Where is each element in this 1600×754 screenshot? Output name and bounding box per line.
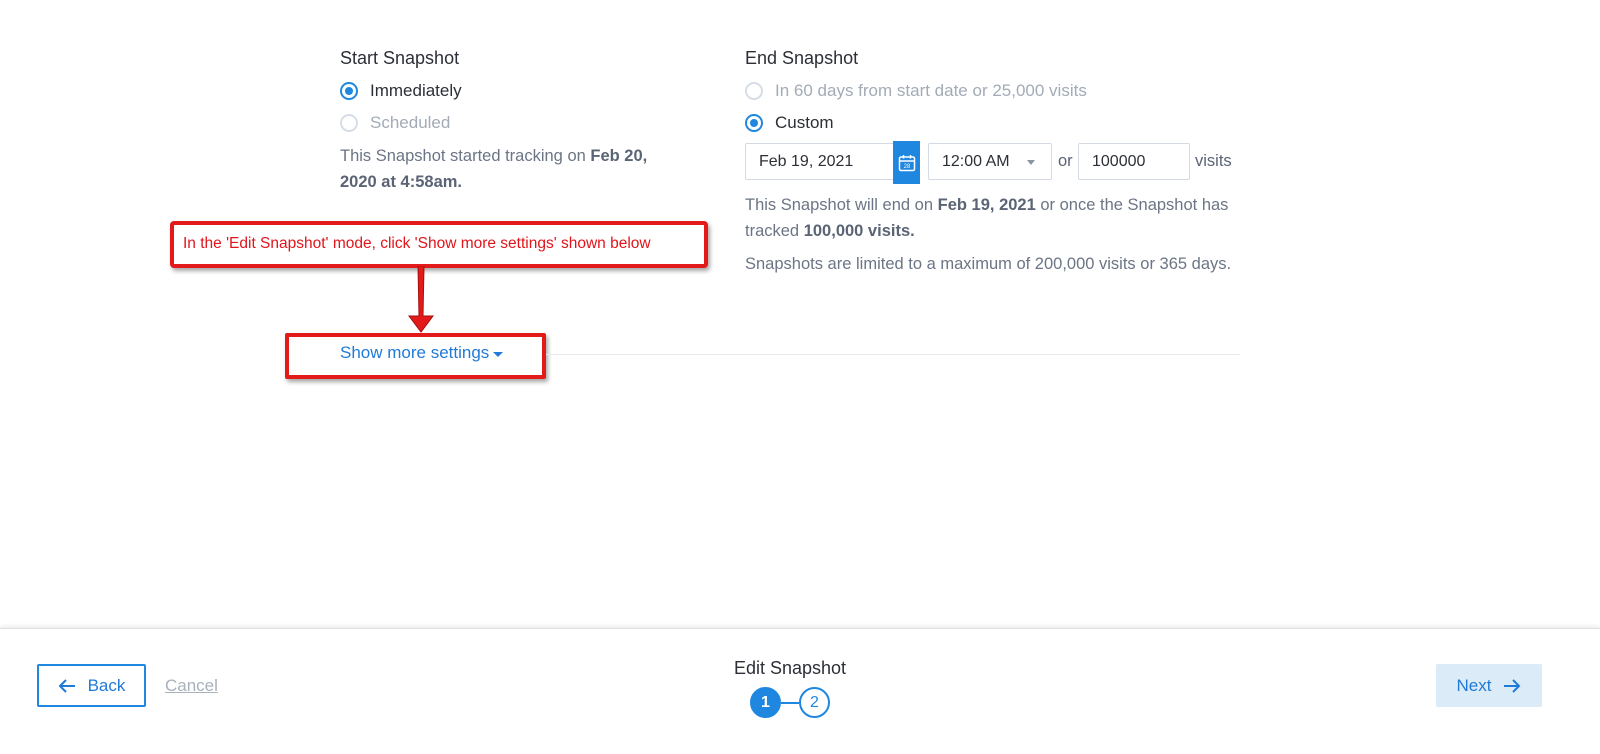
end-custom-option[interactable]: Custom [745, 111, 834, 135]
arrow-right-icon [1504, 678, 1521, 693]
next-button[interactable]: Next [1436, 664, 1542, 707]
end-info-visits: 100,000 visits. [803, 222, 915, 240]
visits-unit-label: visits [1195, 152, 1232, 170]
end-info-date: Feb 19, 2021 [937, 196, 1036, 214]
end-time-value: 12:00 AM [942, 152, 1010, 170]
annotation-callout: In the 'Edit Snapshot' mode, click 'Show… [170, 221, 708, 268]
chevron-down-icon [1027, 160, 1035, 165]
end-default-label: In 60 days from start date or 25,000 vis… [775, 81, 1087, 100]
radio-scheduled[interactable] [340, 114, 358, 132]
cancel-link[interactable]: Cancel [165, 676, 218, 696]
settings-divider [546, 354, 1240, 355]
start-info-prefix: This Snapshot started tracking on [340, 147, 591, 165]
end-date-value: Feb 19, 2021 [759, 152, 854, 170]
end-visits-value: 100000 [1092, 152, 1146, 170]
step-title: Edit Snapshot [733, 658, 847, 678]
annotation-arrow [408, 266, 434, 333]
caret-down-icon [493, 351, 504, 357]
end-default-option[interactable]: In 60 days from start date or 25,000 vis… [745, 79, 1087, 103]
footer-bar [0, 628, 1600, 754]
start-immediately-option[interactable]: Immediately [340, 79, 462, 103]
back-label: Back [87, 675, 126, 695]
back-button[interactable]: Back [37, 664, 146, 707]
or-text: or [1058, 152, 1073, 170]
end-snapshot-title: End Snapshot [745, 48, 859, 68]
end-info-text: This Snapshot will end on Feb 19, 2021 o… [745, 192, 1240, 244]
end-info-prefix: This Snapshot will end on [745, 196, 938, 214]
calendar-day: 28 [903, 164, 910, 170]
radio-end-default[interactable] [745, 82, 763, 100]
start-scheduled-label: Scheduled [370, 113, 451, 132]
radio-custom[interactable] [745, 114, 763, 132]
end-date-input[interactable]: Feb 19, 2021 [745, 143, 895, 180]
start-immediately-label: Immediately [370, 81, 462, 100]
next-label: Next [1456, 675, 1492, 695]
step-1-indicator: 1 [750, 687, 781, 718]
limit-text: Snapshots are limited to a maximum of 20… [745, 255, 1232, 273]
show-more-settings-link[interactable]: Show more settings [340, 343, 504, 363]
end-custom-label: Custom [775, 113, 834, 132]
end-visits-input[interactable]: 100000 [1078, 143, 1190, 180]
start-snapshot-title: Start Snapshot [340, 48, 460, 68]
show-more-settings-label: Show more settings [340, 343, 490, 362]
arrow-left-icon [58, 678, 75, 693]
calendar-button[interactable]: 28 [893, 141, 920, 184]
end-time-select[interactable]: 12:00 AM [928, 143, 1052, 180]
calendar-icon: 28 [898, 154, 915, 171]
step-2-indicator: 2 [799, 687, 830, 718]
annotation-text: In the 'Edit Snapshot' mode, click 'Show… [183, 235, 651, 252]
start-info-text: This Snapshot started tracking on Feb 20… [340, 143, 685, 195]
start-scheduled-option[interactable]: Scheduled [340, 111, 450, 135]
step-connector [781, 702, 799, 704]
radio-immediately[interactable] [340, 82, 358, 100]
